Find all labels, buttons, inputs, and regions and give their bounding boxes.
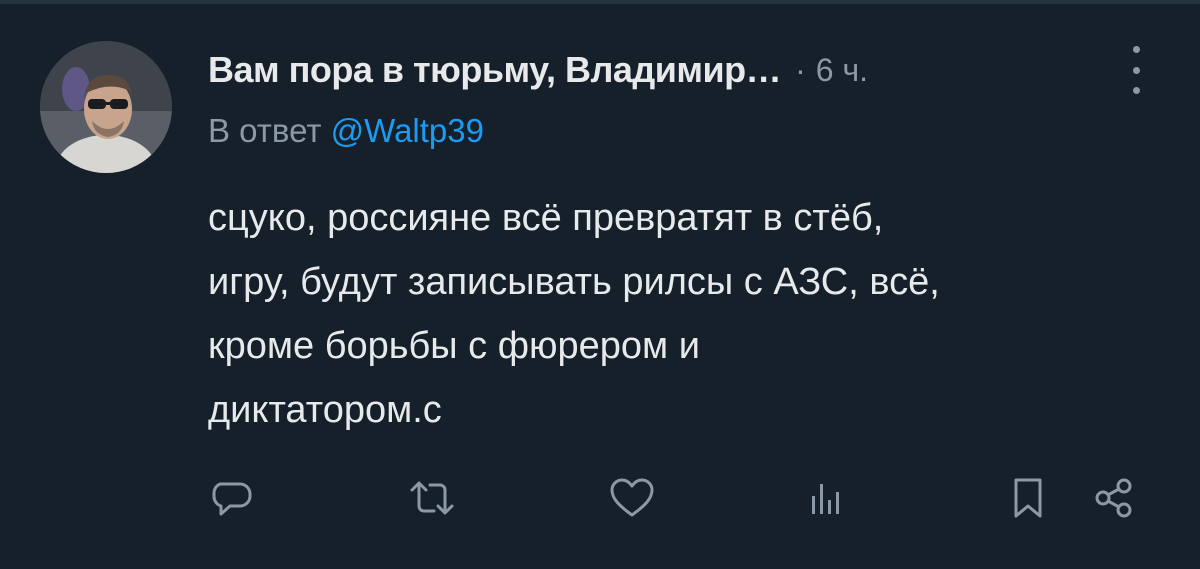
tweet-text-line: игру, будут записывать рилсы с АЗС, всё, bbox=[208, 261, 940, 303]
share-icon[interactable] bbox=[1088, 472, 1140, 524]
bookmark-icon[interactable] bbox=[1002, 472, 1054, 524]
views-icon[interactable] bbox=[800, 472, 852, 524]
reply-prefix: В ответ bbox=[208, 112, 322, 149]
reply-context: В ответ @Waltp39 bbox=[208, 112, 484, 150]
tweet-text-line: диктатором.с bbox=[208, 389, 442, 431]
avatar[interactable] bbox=[40, 41, 172, 173]
tweet-header: Вам пора в тюрьму, Владимир… · 6 ч. bbox=[208, 40, 868, 100]
more-dot bbox=[1132, 66, 1140, 74]
action-bar bbox=[0, 472, 1200, 532]
reply-mention-link[interactable]: @Waltp39 bbox=[331, 112, 484, 149]
tweet-text-line: сцуко, россияне всё превратят в стёб, bbox=[208, 197, 884, 239]
display-name[interactable]: Вам пора в тюрьму, Владимир… bbox=[208, 49, 782, 91]
like-icon[interactable] bbox=[606, 472, 658, 524]
top-divider bbox=[0, 0, 1200, 4]
more-vertical-icon[interactable] bbox=[1124, 46, 1148, 94]
more-dot bbox=[1132, 87, 1140, 94]
timestamp[interactable]: 6 ч. bbox=[816, 52, 868, 89]
tweet-text-line: кроме борьбы с фюрером и bbox=[208, 325, 700, 367]
tweet-text: сцуко, россияне всё превратят в стёб, иг… bbox=[208, 186, 1168, 442]
reply-icon[interactable] bbox=[206, 472, 258, 524]
retweet-icon[interactable] bbox=[406, 472, 458, 524]
more-dot bbox=[1132, 46, 1140, 53]
separator-dot: · bbox=[795, 51, 806, 88]
